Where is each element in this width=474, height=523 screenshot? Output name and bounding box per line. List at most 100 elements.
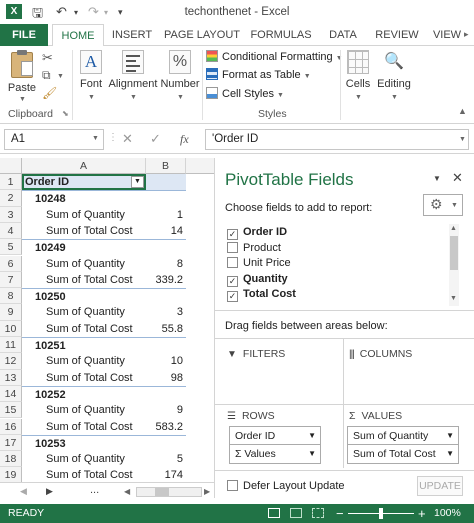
column-header-a[interactable]: A <box>22 158 146 174</box>
pane-options-dropdown-icon[interactable]: ▼ <box>433 174 441 183</box>
row-header[interactable]: 6 <box>0 255 22 272</box>
value-cell[interactable] <box>146 174 186 191</box>
tab-review[interactable]: REVIEW <box>370 24 424 46</box>
format-painter-icon[interactable]: 🖌 <box>42 86 57 100</box>
value-label-cell[interactable]: Sum of Quantity <box>22 353 146 369</box>
value-cell[interactable] <box>146 190 186 206</box>
value-label-cell[interactable]: Sum of Quantity <box>22 256 146 272</box>
tab-home[interactable]: HOME <box>52 24 104 47</box>
editing-button[interactable]: 🔍 Editing ▼ <box>376 50 412 106</box>
previous-sheet-icon[interactable]: ◀ <box>20 486 27 497</box>
update-button[interactable]: UPDATE <box>417 476 463 496</box>
value-cell[interactable]: 5 <box>146 451 186 467</box>
checkbox-icon[interactable] <box>227 257 238 269</box>
column-header-c[interactable] <box>186 158 214 174</box>
horizontal-scrollbar-right-icon[interactable]: ▶ <box>204 487 210 496</box>
row-header[interactable]: 4 <box>0 222 22 240</box>
value-label-cell[interactable]: Sum of Quantity <box>22 402 146 418</box>
cells-button[interactable]: Cells ▼ <box>344 50 372 106</box>
scroll-down-icon[interactable]: ▼ <box>450 295 457 302</box>
row-header[interactable]: 14 <box>0 385 22 403</box>
value-label-cell[interactable]: Sum of Quantity <box>22 304 146 320</box>
tab-file[interactable]: FILE <box>0 24 48 46</box>
row-header[interactable]: 18 <box>0 451 22 468</box>
row-header[interactable]: 13 <box>0 369 22 386</box>
collapse-ribbon-icon[interactable]: ▲ <box>458 106 467 116</box>
checked-checkbox-icon[interactable]: ✓ <box>227 291 238 303</box>
field-item[interactable]: Product <box>227 241 281 258</box>
order-id-cell[interactable]: 10253 <box>22 434 146 451</box>
zoom-level[interactable]: 100% <box>434 504 461 523</box>
page-layout-view-icon[interactable] <box>290 508 302 518</box>
dropdown-icon[interactable]: ▼ <box>308 445 316 463</box>
row-header[interactable]: 19 <box>0 467 22 482</box>
value-cell[interactable] <box>146 239 186 255</box>
font-button[interactable]: A Font ▼ <box>76 50 106 106</box>
insert-function-icon[interactable]: fx <box>180 132 189 147</box>
tools-button[interactable]: ⚙ ▼ <box>423 194 463 216</box>
value-label-cell[interactable]: Sum of Quantity <box>22 207 146 223</box>
cut-icon[interactable]: ✂ <box>42 50 53 66</box>
value-cell[interactable]: 98 <box>146 370 186 386</box>
field-item[interactable]: ✓ Order ID <box>227 226 287 242</box>
value-cell[interactable] <box>146 434 186 451</box>
field-item[interactable]: ✓ Quantity <box>227 273 288 289</box>
order-id-cell[interactable]: 10252 <box>22 385 146 402</box>
alignment-button[interactable]: Alignment ▼ <box>108 50 158 106</box>
value-label-cell[interactable]: Sum of Total Cost <box>22 321 146 337</box>
value-cell[interactable]: 583.2 <box>146 419 186 435</box>
row-header[interactable]: 12 <box>0 353 22 370</box>
value-cell[interactable] <box>146 385 186 402</box>
order-id-cell[interactable]: 10248 <box>22 190 146 206</box>
name-box-dropdown-icon[interactable]: ▼ <box>92 135 99 142</box>
conditional-formatting-button[interactable]: Conditional Formatting ▼ <box>206 50 343 66</box>
horizontal-scrollbar-left-icon[interactable]: ◀ <box>124 487 130 496</box>
enter-icon[interactable]: ✓ <box>150 131 161 147</box>
zoom-slider[interactable] <box>348 508 414 519</box>
horizontal-scrollbar-thumb[interactable] <box>155 488 169 496</box>
column-header-b[interactable]: B <box>146 158 186 174</box>
tab-view[interactable]: VIEW <box>430 24 464 46</box>
values-item-sum-quantity[interactable]: Sum of Quantity ▼ <box>347 426 459 446</box>
scroll-up-icon[interactable]: ▲ <box>450 225 457 232</box>
defer-layout-update-checkbox[interactable]: Defer Layout Update <box>227 480 345 492</box>
value-label-cell[interactable]: Sum of Total Cost <box>22 419 146 435</box>
checked-checkbox-icon[interactable]: ✓ <box>227 275 238 287</box>
row-header[interactable]: 9 <box>0 304 22 321</box>
value-cell[interactable]: 8 <box>146 256 186 272</box>
order-id-cell[interactable]: 10249 <box>22 239 146 255</box>
name-box[interactable]: A1 <box>4 129 104 150</box>
zoom-in-icon[interactable]: + <box>418 504 426 523</box>
copy-dropdown-icon[interactable]: ▼ <box>57 73 64 80</box>
row-header[interactable]: 1 <box>0 174 22 191</box>
row-header[interactable]: 5 <box>0 239 22 256</box>
zoom-out-icon[interactable]: − <box>336 504 344 523</box>
rows-item-values[interactable]: Σ Values ▼ <box>229 444 321 464</box>
dropdown-icon[interactable]: ▼ <box>446 427 454 445</box>
value-label-cell[interactable]: Sum of Total Cost <box>22 272 146 288</box>
row-header[interactable]: 11 <box>0 337 22 354</box>
cancel-icon[interactable]: ✕ <box>122 131 133 147</box>
value-cell[interactable]: 339.2 <box>146 272 186 288</box>
row-header[interactable]: 16 <box>0 418 22 435</box>
expand-formula-bar-icon[interactable]: ▼ <box>459 136 466 143</box>
number-button[interactable]: % Number ▼ <box>160 50 200 106</box>
value-cell[interactable]: 14 <box>146 223 186 239</box>
value-label-cell[interactable]: Sum of Total Cost <box>22 467 146 482</box>
dropdown-icon[interactable]: ▼ <box>446 445 454 463</box>
order-id-cell[interactable]: 10250 <box>22 288 146 304</box>
tab-page-layout[interactable]: PAGE LAYOUT <box>162 24 242 46</box>
row-header[interactable]: 15 <box>0 402 22 419</box>
tab-formulas[interactable]: FORMULAS <box>250 24 312 46</box>
value-cell[interactable]: 55.8 <box>146 321 186 337</box>
values-item-sum-total-cost[interactable]: Sum of Total Cost ▼ <box>347 444 459 464</box>
value-cell[interactable]: 3 <box>146 304 186 320</box>
row-header[interactable]: 2 <box>0 190 22 207</box>
row-header[interactable]: 7 <box>0 271 22 289</box>
dropdown-icon[interactable]: ▼ <box>308 427 316 445</box>
zoom-slider-thumb[interactable] <box>379 508 383 519</box>
format-as-table-button[interactable]: Format as Table ▼ <box>206 68 336 84</box>
value-label-cell[interactable]: Sum of Quantity <box>22 451 146 467</box>
row-header[interactable]: 10 <box>0 320 22 337</box>
value-cell[interactable] <box>146 288 186 304</box>
